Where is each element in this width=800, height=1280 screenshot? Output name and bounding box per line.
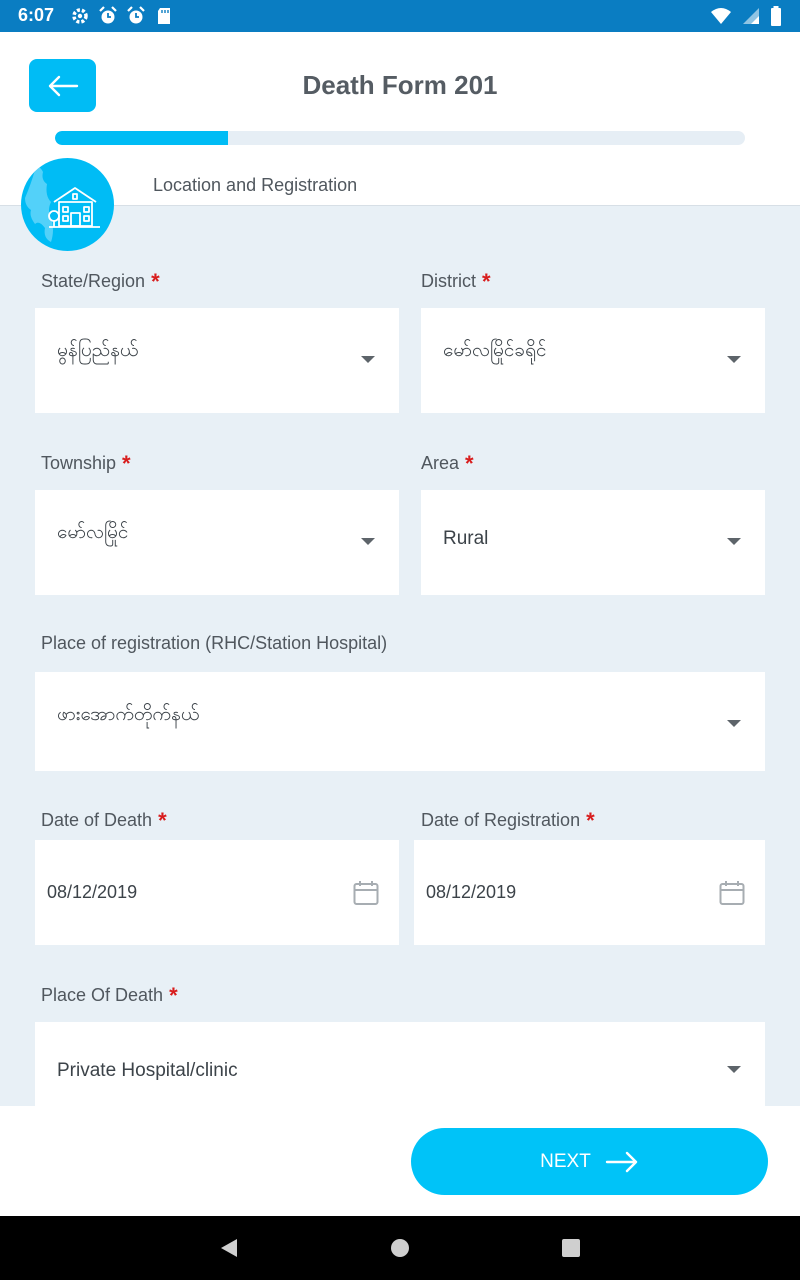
caret-down-icon: [727, 720, 741, 727]
signal-icon: [742, 7, 760, 29]
required-asterisk: *: [151, 269, 160, 294]
required-asterisk: *: [169, 983, 178, 1008]
place-of-death-value: Private Hospital/clinic: [57, 1060, 238, 1081]
caret-down-icon: [727, 1066, 741, 1073]
home-circle-icon[interactable]: [390, 1238, 410, 1258]
status-time: 6:07: [18, 5, 55, 25]
step-label: Location and Registration: [153, 175, 358, 195]
status-bar: 6:07: [0, 0, 800, 32]
status-icons-left: [70, 6, 174, 26]
date-of-death-label: Date of Death *: [41, 808, 167, 833]
next-label: NEXT: [540, 1150, 591, 1172]
battery-icon: [770, 6, 782, 30]
state-region-label: State/Region *: [41, 269, 160, 294]
form-area: State/Region * မွန်ပြည်နယ် District * မော်…: [0, 206, 800, 1106]
sd-card-icon: [154, 6, 174, 26]
district-value: မော်လမြိုင်ခရိုင်: [443, 339, 547, 361]
district-dropdown[interactable]: မော်လမြိုင်ခရိုင်: [421, 308, 765, 413]
gear-icon: [70, 6, 90, 26]
state-region-value: မွန်ပြည်နယ်: [57, 339, 139, 361]
township-value: မော်လမြိုင်: [57, 521, 129, 543]
calendar-icon[interactable]: [719, 880, 745, 906]
place-of-registration-value: ဖားအောက်တိုက်နယ်: [57, 703, 200, 725]
system-nav-bar: [0, 1216, 800, 1280]
required-asterisk: *: [158, 808, 167, 833]
place-of-registration-dropdown[interactable]: ဖားအောက်တိုက်နယ်: [35, 672, 765, 771]
location-registration-icon: [21, 158, 114, 251]
caret-down-icon: [361, 356, 375, 363]
alarm-icon: [98, 6, 118, 26]
calendar-icon[interactable]: [353, 880, 379, 906]
required-asterisk: *: [122, 451, 131, 476]
date-of-registration-field[interactable]: 08/12/2019: [414, 840, 765, 945]
caret-down-icon: [727, 356, 741, 363]
district-label: District *: [421, 269, 491, 294]
header: Death Form 201 Location and Registration: [0, 32, 800, 251]
status-icons-right: [710, 6, 782, 30]
next-button[interactable]: NEXT: [411, 1128, 768, 1195]
area-dropdown[interactable]: Rural: [421, 490, 765, 595]
required-asterisk: *: [465, 451, 474, 476]
footer: NEXT: [0, 1106, 800, 1216]
place-of-registration-label: Place of registration (RHC/Station Hospi…: [41, 633, 388, 653]
caret-down-icon: [361, 538, 375, 545]
arrow-right-icon: [605, 1151, 638, 1172]
required-asterisk: *: [482, 269, 491, 294]
required-asterisk: *: [586, 808, 595, 833]
alarm-icon: [126, 6, 146, 26]
page-title: Death Form 201: [302, 70, 498, 100]
date-of-registration-value: 08/12/2019: [426, 882, 517, 902]
wifi-icon: [710, 7, 732, 29]
place-of-death-dropdown[interactable]: Private Hospital/clinic: [35, 1022, 765, 1106]
date-of-death-field[interactable]: 08/12/2019: [35, 840, 399, 945]
area-label: Area *: [421, 451, 474, 476]
area-value: Rural: [443, 528, 489, 549]
back-triangle-icon[interactable]: [219, 1238, 239, 1258]
township-label: Township *: [41, 451, 131, 476]
state-region-dropdown[interactable]: မွန်ပြည်နယ်: [35, 308, 399, 413]
township-dropdown[interactable]: မော်လမြိုင်: [35, 490, 399, 595]
progress-bar: [55, 131, 745, 145]
date-of-registration-label: Date of Registration *: [421, 808, 595, 833]
place-of-death-label: Place Of Death *: [41, 983, 178, 1008]
progress-fill: [55, 131, 228, 145]
date-of-death-value: 08/12/2019: [47, 882, 138, 902]
recents-square-icon[interactable]: [561, 1238, 581, 1258]
caret-down-icon: [727, 538, 741, 545]
